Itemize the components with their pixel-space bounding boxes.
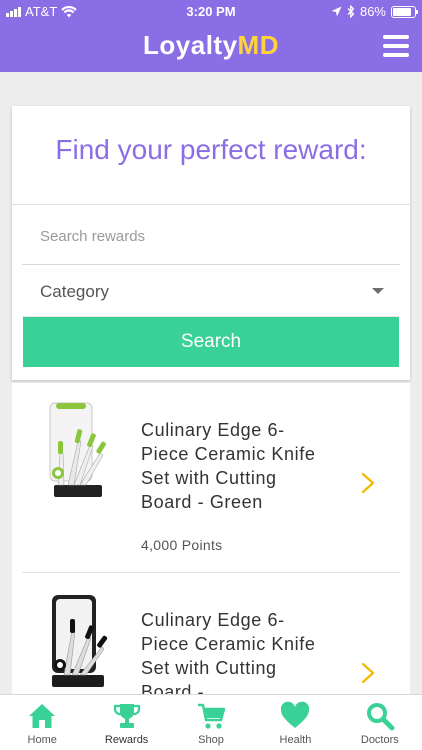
tab-home-label: Home [27,734,57,746]
search-form: Category Search [12,204,410,380]
app-bar: LoyaltyMD [0,26,422,72]
reward-title: Culinary Edge 6-Piece Ceramic Knife Set … [141,610,316,694]
black-knife-set-image [52,595,108,687]
category-select[interactable]: Category [22,265,400,317]
chevron-right-icon [361,472,375,494]
reward-points: 4,000 Points [141,537,223,553]
tab-home[interactable]: Home [0,695,84,750]
tab-rewards-label: Rewards [104,734,149,746]
app-logo: LoyaltyMD [0,30,422,61]
search-card: Find your perfect reward: Category Searc… [12,106,410,380]
logo-md-text: MD [237,30,279,60]
main-content: Find your perfect reward: Category Searc… [0,72,422,694]
search-icon [366,703,395,731]
rewards-list: Culinary Edge 6-Piece Ceramic Knife Set … [12,383,410,694]
reward-title: Culinary Edge 6-Piece Ceramic Knife Set … [141,420,316,512]
home-icon [29,704,56,728]
battery-percent: 86% [359,4,386,19]
reward-list-item[interactable]: Culinary Edge 6-Piece Ceramic Knife Set … [12,573,410,694]
heart-icon [281,701,310,728]
bottom-tab-bar: Home Rewards Shop Health Doctors [0,694,422,750]
dropdown-caret-icon [372,288,384,294]
location-arrow-icon [331,6,342,17]
tab-shop[interactable]: Shop [169,695,253,750]
tab-doctors[interactable]: Doctors [338,695,422,750]
hamburger-menu-button[interactable] [383,35,409,57]
search-button[interactable]: Search [23,317,399,367]
logo-loyalty-text: Loyalty [143,30,238,60]
search-heading: Find your perfect reward: [55,134,367,165]
tab-rewards[interactable]: Rewards [84,695,168,750]
status-bar: AT&T 3:20 PM 86% [0,0,422,26]
trophy-icon [113,704,140,728]
tab-doctors-label: Doctors [360,734,399,746]
green-knife-set-image [49,402,106,497]
tab-shop-label: Shop [198,734,224,746]
category-label: Category [40,282,109,301]
cart-icon [198,703,226,729]
app-header: AT&T 3:20 PM 86% LoyaltyMD [0,0,422,72]
bluetooth-icon [347,5,355,18]
battery-icon [391,5,418,18]
tab-health-label: Health [279,734,312,746]
status-right: 86% [331,4,418,19]
tab-health[interactable]: Health [253,695,337,750]
chevron-right-icon [361,662,375,684]
search-rewards-input[interactable] [22,209,400,265]
reward-list-item[interactable]: Culinary Edge 6-Piece Ceramic Knife Set … [12,383,410,573]
